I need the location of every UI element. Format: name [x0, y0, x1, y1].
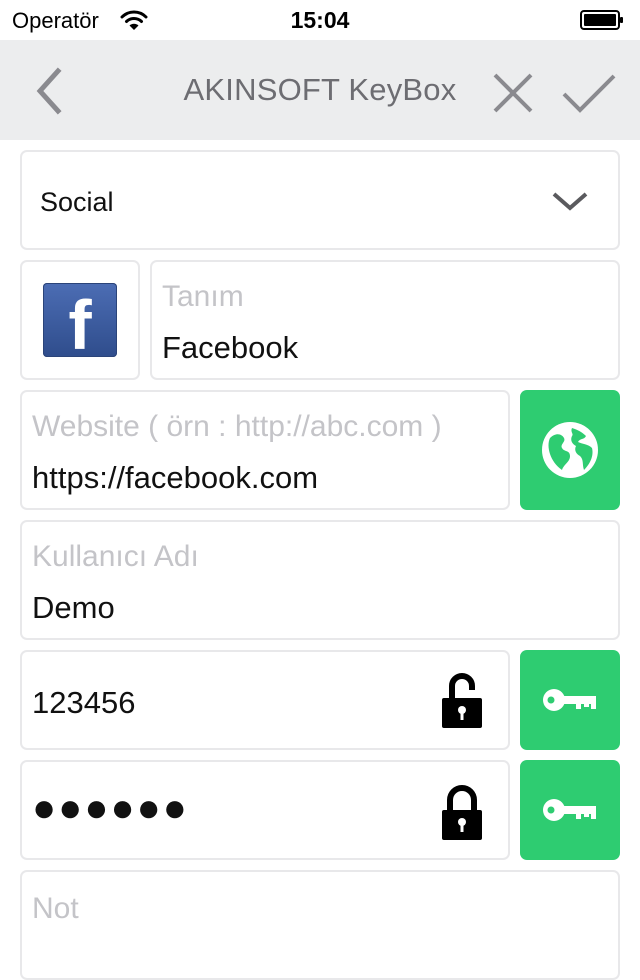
facebook-logo-icon: f [43, 283, 117, 364]
username-field[interactable]: Kullanıcı Adı Demo [20, 520, 620, 640]
close-icon[interactable] [490, 70, 536, 116]
unlocked-padlock-icon[interactable] [440, 670, 484, 730]
navigation-bar: AKINSOFT KeyBox [0, 40, 640, 140]
open-website-button[interactable] [520, 390, 620, 510]
username-placeholder: Kullanıcı Adı [32, 540, 199, 573]
website-field[interactable]: Website ( örn : http://abc.com ) https:/… [20, 390, 510, 510]
locked-padlock-icon[interactable] [440, 782, 484, 842]
battery-icon [580, 10, 623, 30]
generate-password-button-2[interactable] [520, 760, 620, 860]
note-field[interactable]: Not [20, 870, 620, 980]
key-icon [543, 689, 596, 711]
checkmark-icon[interactable] [560, 70, 618, 116]
name-field[interactable]: Tanım Facebook [150, 260, 620, 380]
status-time: 15:04 [290, 7, 350, 33]
category-value: Social [40, 187, 114, 217]
password-field-masked[interactable]: ●●●●●● [20, 760, 510, 860]
website-value: https://facebook.com [32, 460, 319, 495]
password-masked-value: ●●●●●● [32, 786, 189, 830]
password-visible-value: 123456 [32, 685, 136, 720]
name-value: Facebook [162, 330, 299, 365]
generate-password-button[interactable] [520, 650, 620, 750]
status-bar: Operatör 15:04 [0, 0, 640, 40]
page-title: AKINSOFT KeyBox [183, 72, 457, 107]
category-select[interactable]: Social [20, 150, 620, 250]
name-placeholder: Tanım [162, 280, 244, 313]
key-icon [543, 799, 596, 821]
username-value: Demo [32, 590, 115, 625]
note-placeholder: Not [32, 892, 79, 925]
password-field-visible[interactable]: 123456 [20, 650, 510, 750]
chevron-left-icon[interactable] [28, 66, 68, 116]
chevron-down-icon [552, 192, 588, 211]
globe-icon [542, 422, 598, 478]
entry-icon-picker[interactable]: f [20, 260, 140, 380]
website-placeholder: Website ( örn : http://abc.com ) [32, 410, 442, 443]
